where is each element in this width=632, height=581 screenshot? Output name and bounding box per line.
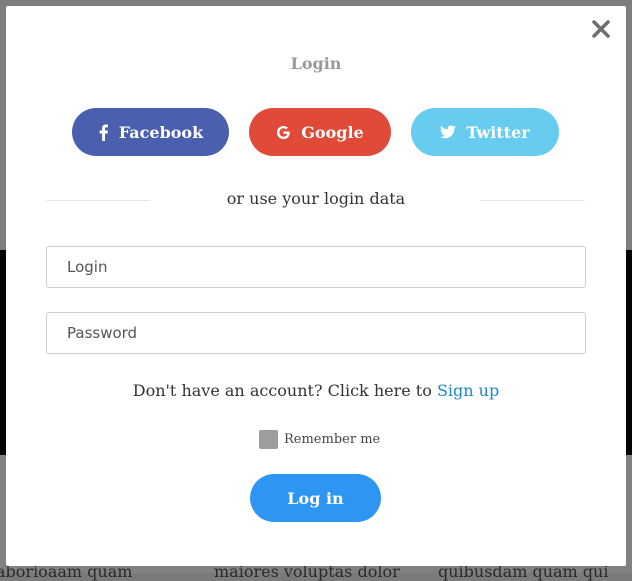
close-icon — [592, 20, 610, 38]
facebook-label: Facebook — [118, 122, 204, 142]
password-input[interactable] — [47, 313, 585, 353]
twitter-icon — [440, 125, 457, 139]
google-label: Google — [301, 122, 364, 142]
google-icon — [277, 125, 291, 139]
google-login-button[interactable]: Google — [249, 108, 391, 156]
remember-me-checkbox[interactable] — [259, 430, 278, 449]
login-button[interactable]: Log in — [250, 474, 381, 522]
twitter-label: Twitter — [466, 122, 530, 142]
login-input[interactable] — [47, 247, 585, 287]
facebook-login-button[interactable]: Facebook — [72, 108, 229, 156]
close-button[interactable] — [588, 16, 614, 42]
facebook-icon — [99, 124, 108, 141]
remember-me: Remember me — [259, 430, 380, 449]
signup-link[interactable]: Sign up — [437, 381, 499, 400]
password-field-wrapper — [46, 312, 586, 354]
signup-prompt: Don't have an account? Click here to Sig… — [6, 381, 626, 400]
signup-prompt-text: Don't have an account? Click here to — [132, 381, 432, 400]
login-modal: Login Facebook Google Twitter or use you… — [6, 6, 626, 566]
login-field-wrapper — [46, 246, 586, 288]
divider-line-right — [480, 200, 585, 201]
twitter-login-button[interactable]: Twitter — [411, 108, 559, 156]
modal-title: Login — [290, 54, 342, 73]
divider-text: or use your login data — [226, 189, 406, 208]
remember-me-label[interactable]: Remember me — [284, 432, 380, 447]
